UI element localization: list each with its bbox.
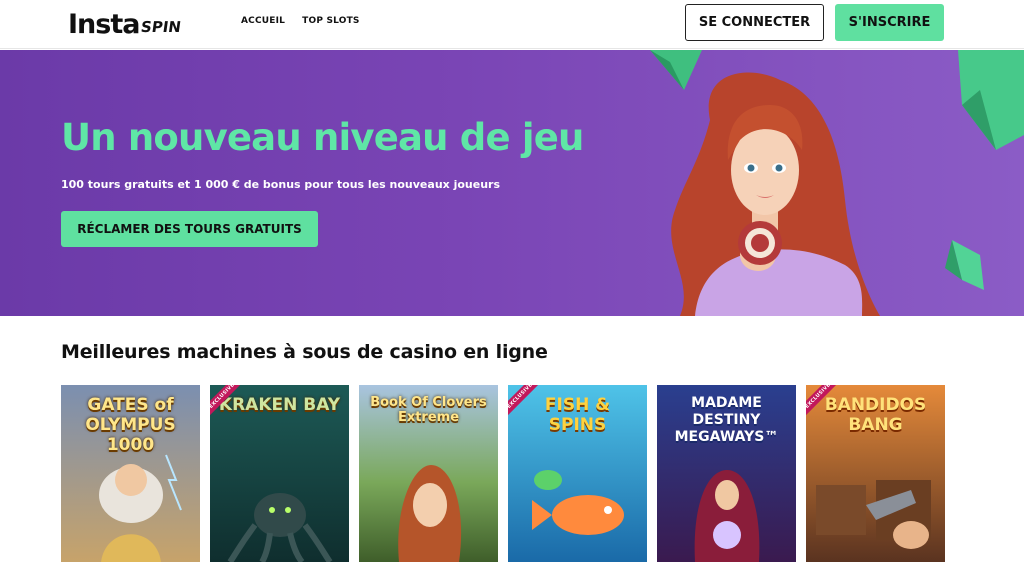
nav-link-home[interactable]: ACCUEIL: [241, 16, 285, 26]
slot-title: Book Of Clovers Extreme: [370, 395, 487, 425]
nav-link-top-slots[interactable]: TOP SLOTS: [302, 16, 360, 26]
instaspin-logo[interactable]: Insta SPIN: [68, 6, 183, 40]
slot-card-book-of-clovers[interactable]: Book Of Clovers Extreme: [359, 385, 498, 562]
slot-card-madame-destiny[interactable]: MADAME DESTINY MEGAWAYS™: [657, 385, 796, 562]
top-header: Insta SPIN ACCUEIL TOP SLOTS SE CONNECTE…: [0, 0, 1024, 49]
hero-title: Un nouveau niveau de jeu: [61, 116, 584, 159]
hero-illustration: [650, 50, 1024, 316]
hero-banner: Un nouveau niveau de jeu 100 tours gratu…: [0, 50, 1024, 316]
hero-subtitle: 100 tours gratuits et 1 000 € de bonus p…: [61, 178, 500, 191]
main-nav: ACCUEIL TOP SLOTS: [241, 16, 360, 26]
logo-text: Insta: [68, 9, 140, 40]
slot-card-fish-and-spins[interactable]: FISH & SPINS EXCLUSIVE: [508, 385, 647, 562]
slot-card-gates-of-olympus[interactable]: GATES of OLYMPUS 1000: [61, 385, 200, 562]
slot-title: GATES of OLYMPUS 1000: [85, 395, 176, 455]
slot-title: FISH & SPINS: [544, 395, 611, 435]
slot-title: BANDIDOS BANG: [824, 395, 927, 435]
slots-section-title: Meilleures machines à sous de casino en …: [61, 341, 548, 363]
signup-button[interactable]: S'INSCRIRE: [835, 4, 944, 41]
slot-title: MADAME DESTINY MEGAWAYS™: [674, 395, 779, 445]
slot-card-kraken-bay[interactable]: KRAKEN BAY EXCLUSIVE: [210, 385, 349, 562]
crystal-ball: [713, 521, 741, 549]
slot-card-bandidos-bang[interactable]: BANDIDOS BANG EXCLUSIVE: [806, 385, 945, 562]
claim-free-spins-button[interactable]: RÉCLAMER DES TOURS GRATUITS: [61, 211, 318, 247]
login-button[interactable]: SE CONNECTER: [685, 4, 824, 41]
logo-accent-text: SPIN: [140, 18, 183, 36]
slot-title: KRAKEN BAY: [218, 395, 341, 415]
